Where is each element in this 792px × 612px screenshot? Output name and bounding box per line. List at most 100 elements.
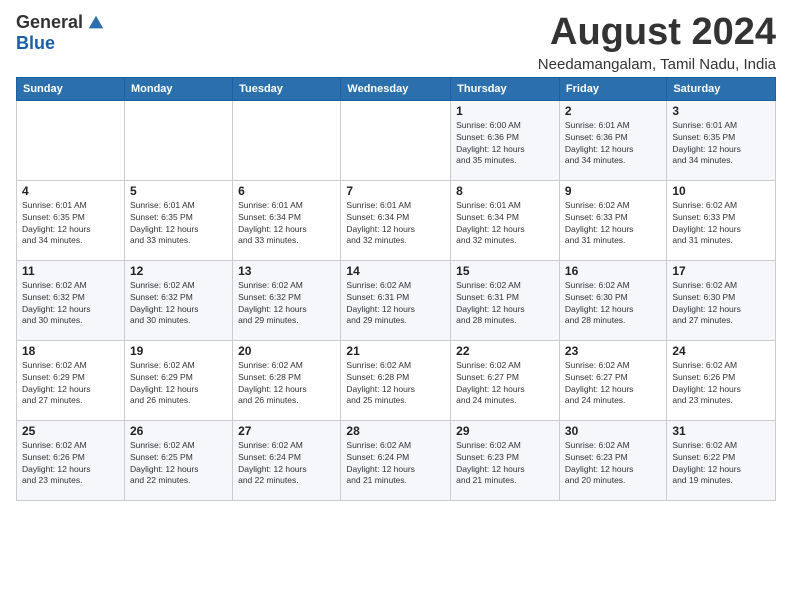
- day-number: 10: [672, 184, 770, 198]
- calendar-cell-3-7: 17Sunrise: 6:02 AM Sunset: 6:30 PM Dayli…: [667, 260, 776, 340]
- day-info: Sunrise: 6:02 AM Sunset: 6:33 PM Dayligh…: [565, 200, 661, 248]
- header-sunday: Sunday: [17, 77, 125, 100]
- day-info: Sunrise: 6:02 AM Sunset: 6:29 PM Dayligh…: [22, 360, 119, 408]
- day-info: Sunrise: 6:02 AM Sunset: 6:31 PM Dayligh…: [346, 280, 445, 328]
- day-info: Sunrise: 6:02 AM Sunset: 6:27 PM Dayligh…: [565, 360, 661, 408]
- header-thursday: Thursday: [451, 77, 560, 100]
- calendar-cell-3-2: 12 Sunrise: 6:02 AM Sunset: 6:32 PM Dayli…: [124, 260, 232, 340]
- day-info: Sunrise: 6:02 AM Sunset: 6:32 PM Dayligh…: [130, 280, 227, 328]
- calendar-cell-1-4: [341, 100, 451, 180]
- day-info: Sunrise: 6:02 AM Sunset: 6:30 PM Dayligh…: [672, 280, 770, 328]
- calendar-cell-4-6: 23 Sunrise: 6:02 AM Sunset: 6:27 PM Dayli…: [559, 340, 666, 420]
- calendar-cell-1-5: 1 Sunrise: 6:00 AM Sunset: 6:36 PM Daylig…: [451, 100, 560, 180]
- logo-icon: [87, 14, 105, 32]
- calendar-cell-2-6: 9 Sunrise: 6:02 AM Sunset: 6:33 PM Daylig…: [559, 180, 666, 260]
- day-info: Sunrise: 6:02 AM Sunset: 6:24 PM Dayligh…: [238, 440, 335, 488]
- day-number: 30: [565, 424, 661, 438]
- calendar-cell-2-1: 4Sunrise: 6:01 AM Sunset: 6:35 PM Daylig…: [17, 180, 125, 260]
- day-number: 12: [130, 264, 227, 278]
- calendar-cell-5-2: 26Sunrise: 6:02 AM Sunset: 6:25 PM Dayli…: [124, 420, 232, 500]
- day-info: Sunrise: 6:01 AM Sunset: 6:35 PM Dayligh…: [130, 200, 227, 248]
- day-number: 7: [346, 184, 445, 198]
- day-info: Sunrise: 6:02 AM Sunset: 6:32 PM Dayligh…: [238, 280, 335, 328]
- calendar-table: Sunday Monday Tuesday Wednesday Thursday…: [16, 77, 776, 501]
- day-number: 2: [565, 104, 661, 118]
- day-info: Sunrise: 6:02 AM Sunset: 6:26 PM Dayligh…: [672, 360, 770, 408]
- day-number: 4: [22, 184, 119, 198]
- header-saturday: Saturday: [667, 77, 776, 100]
- calendar-cell-1-3: [233, 100, 341, 180]
- day-info: Sunrise: 6:02 AM Sunset: 6:26 PM Dayligh…: [22, 440, 119, 488]
- calendar-cell-2-2: 5 Sunrise: 6:01 AM Sunset: 6:35 PM Daylig…: [124, 180, 232, 260]
- day-number: 5: [130, 184, 227, 198]
- calendar-cell-5-1: 25 Sunrise: 6:02 AM Sunset: 6:26 PM Dayli…: [17, 420, 125, 500]
- day-info: Sunrise: 6:01 AM Sunset: 6:34 PM Dayligh…: [346, 200, 445, 248]
- location-title: Needamangalam, Tamil Nadu, India: [538, 56, 776, 73]
- calendar-cell-4-7: 24 Sunrise: 6:02 AM Sunset: 6:26 PM Dayli…: [667, 340, 776, 420]
- day-info: Sunrise: 6:02 AM Sunset: 6:28 PM Dayligh…: [346, 360, 445, 408]
- calendar-cell-5-4: 28Sunrise: 6:02 AM Sunset: 6:24 PM Dayli…: [341, 420, 451, 500]
- day-number: 20: [238, 344, 335, 358]
- day-number: 23: [565, 344, 661, 358]
- calendar-cell-2-7: 10 Sunrise: 6:02 AM Sunset: 6:33 PM Dayli…: [667, 180, 776, 260]
- header-friday: Friday: [559, 77, 666, 100]
- day-info: Sunrise: 6:01 AM Sunset: 6:36 PM Dayligh…: [565, 120, 661, 168]
- calendar-cell-2-3: 6 Sunrise: 6:01 AM Sunset: 6:34 PM Daylig…: [233, 180, 341, 260]
- logo-general-text: General: [16, 12, 83, 33]
- calendar-cell-4-5: 22 Sunrise: 6:02 AM Sunset: 6:27 PM Dayli…: [451, 340, 560, 420]
- page-container: General Blue August 2024 Needamangalam, …: [0, 0, 792, 509]
- day-number: 27: [238, 424, 335, 438]
- day-info: Sunrise: 6:02 AM Sunset: 6:23 PM Dayligh…: [565, 440, 661, 488]
- day-number: 24: [672, 344, 770, 358]
- day-number: 11: [22, 264, 119, 278]
- day-info: Sunrise: 6:02 AM Sunset: 6:31 PM Dayligh…: [456, 280, 554, 328]
- calendar-cell-1-7: 3 Sunrise: 6:01 AM Sunset: 6:35 PM Daylig…: [667, 100, 776, 180]
- header-monday: Monday: [124, 77, 232, 100]
- day-number: 8: [456, 184, 554, 198]
- calendar-cell-2-4: 7 Sunrise: 6:01 AM Sunset: 6:34 PM Daylig…: [341, 180, 451, 260]
- day-info: Sunrise: 6:02 AM Sunset: 6:27 PM Dayligh…: [456, 360, 554, 408]
- day-info: Sunrise: 6:01 AM Sunset: 6:34 PM Dayligh…: [456, 200, 554, 248]
- day-number: 14: [346, 264, 445, 278]
- day-number: 25: [22, 424, 119, 438]
- month-title: August 2024: [538, 12, 776, 54]
- day-info: Sunrise: 6:02 AM Sunset: 6:24 PM Dayligh…: [346, 440, 445, 488]
- calendar-cell-2-5: 8 Sunrise: 6:01 AM Sunset: 6:34 PM Daylig…: [451, 180, 560, 260]
- calendar-cell-3-5: 15 Sunrise: 6:02 AM Sunset: 6:31 PM Dayli…: [451, 260, 560, 340]
- calendar-cell-5-5: 29Sunrise: 6:02 AM Sunset: 6:23 PM Dayli…: [451, 420, 560, 500]
- header: General Blue August 2024 Needamangalam, …: [16, 12, 776, 73]
- day-number: 3: [672, 104, 770, 118]
- title-block: August 2024 Needamangalam, Tamil Nadu, I…: [538, 12, 776, 73]
- weekday-header-row: Sunday Monday Tuesday Wednesday Thursday…: [17, 77, 776, 100]
- day-number: 21: [346, 344, 445, 358]
- calendar-cell-4-3: 20 Sunrise: 6:02 AM Sunset: 6:28 PM Dayli…: [233, 340, 341, 420]
- day-number: 6: [238, 184, 335, 198]
- header-wednesday: Wednesday: [341, 77, 451, 100]
- day-number: 22: [456, 344, 554, 358]
- calendar-cell-3-6: 16Sunrise: 6:02 AM Sunset: 6:30 PM Dayli…: [559, 260, 666, 340]
- week-row-1: 1 Sunrise: 6:00 AM Sunset: 6:36 PM Daylig…: [17, 100, 776, 180]
- day-info: Sunrise: 6:02 AM Sunset: 6:29 PM Dayligh…: [130, 360, 227, 408]
- day-info: Sunrise: 6:00 AM Sunset: 6:36 PM Dayligh…: [456, 120, 554, 168]
- day-info: Sunrise: 6:02 AM Sunset: 6:28 PM Dayligh…: [238, 360, 335, 408]
- calendar-cell-1-6: 2 Sunrise: 6:01 AM Sunset: 6:36 PM Daylig…: [559, 100, 666, 180]
- calendar-cell-3-4: 14 Sunrise: 6:02 AM Sunset: 6:31 PM Dayli…: [341, 260, 451, 340]
- calendar-cell-5-6: 30 Sunrise: 6:02 AM Sunset: 6:23 PM Dayli…: [559, 420, 666, 500]
- day-number: 15: [456, 264, 554, 278]
- week-row-4: 18Sunrise: 6:02 AM Sunset: 6:29 PM Dayli…: [17, 340, 776, 420]
- calendar-cell-3-3: 13 Sunrise: 6:02 AM Sunset: 6:32 PM Dayli…: [233, 260, 341, 340]
- logo-blue-text: Blue: [16, 33, 55, 54]
- day-number: 1: [456, 104, 554, 118]
- week-row-2: 4 Sunrise: 6:01 AM Sunset: 6:35 PM Daylig…: [17, 180, 776, 260]
- day-info: Sunrise: 6:01 AM Sunset: 6:34 PM Dayligh…: [238, 200, 335, 248]
- day-info: Sunrise: 6:02 AM Sunset: 6:33 PM Dayligh…: [672, 200, 770, 248]
- day-info: Sunrise: 6:02 AM Sunset: 6:30 PM Dayligh…: [565, 280, 661, 328]
- calendar-cell-1-2: [124, 100, 232, 180]
- day-info: Sunrise: 6:01 AM Sunset: 6:35 PM Dayligh…: [672, 120, 770, 168]
- day-number: 13: [238, 264, 335, 278]
- header-tuesday: Tuesday: [233, 77, 341, 100]
- day-number: 31: [672, 424, 770, 438]
- logo: General Blue: [16, 12, 105, 54]
- day-number: 9: [565, 184, 661, 198]
- day-info: Sunrise: 6:02 AM Sunset: 6:32 PM Dayligh…: [22, 280, 119, 328]
